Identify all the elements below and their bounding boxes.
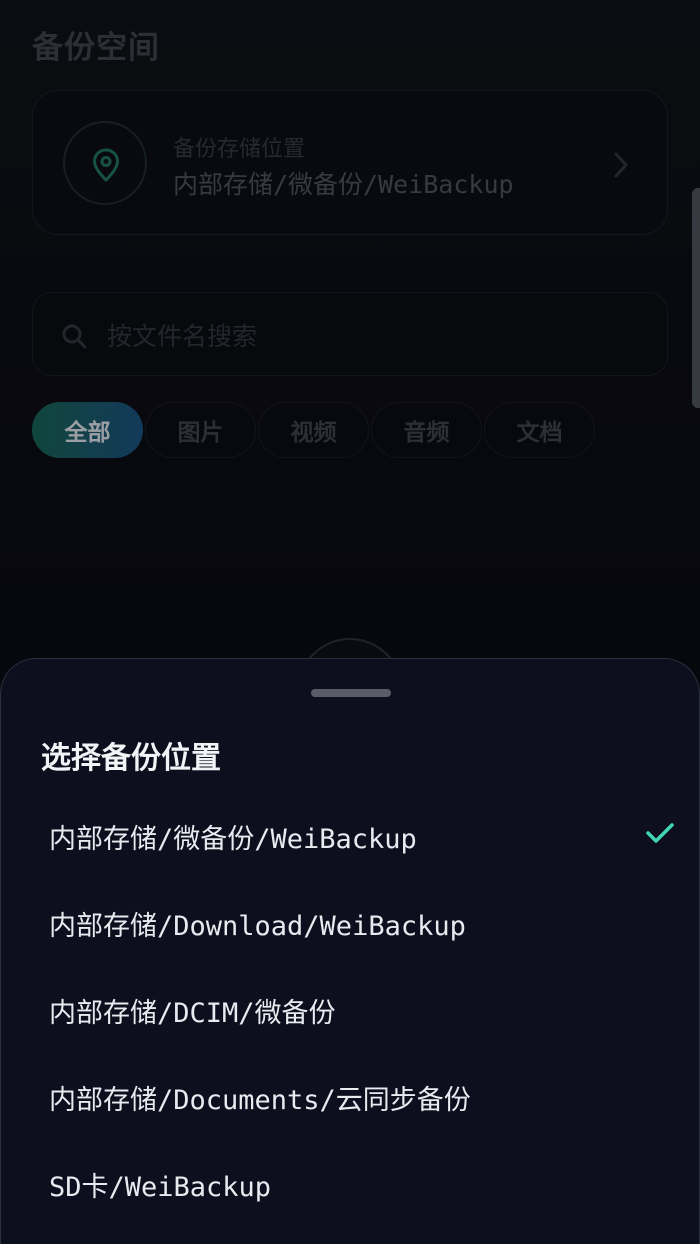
location-option-dcim[interactable]: 内部存储/DCIM/微备份 <box>1 965 700 1051</box>
sheet-drag-handle[interactable] <box>311 689 391 697</box>
check-icon <box>646 823 674 843</box>
location-option-label: 内部存储/Documents/云同步备份 <box>49 1085 471 1116</box>
location-option-label: 内部存储/DCIM/微备份 <box>49 998 336 1029</box>
location-option-sd-card[interactable]: SD卡/WeiBackup <box>1 1139 700 1225</box>
select-backup-location-sheet: 选择备份位置 内部存储/微备份/WeiBackup 内部存储/Download/… <box>0 658 700 1244</box>
location-option-documents[interactable]: 内部存储/Documents/云同步备份 <box>1 1052 700 1138</box>
location-option-label: 内部存储/微备份/WeiBackup <box>49 824 417 855</box>
location-option-label: SD卡/WeiBackup <box>49 1172 272 1203</box>
sheet-title: 选择备份位置 <box>41 741 221 776</box>
location-option-download[interactable]: 内部存储/Download/WeiBackup <box>1 878 700 964</box>
backup-space-screen: 备份空间 备份存储位置 内部存储/微备份/WeiBackup 全部 <box>0 0 700 1244</box>
location-option-weibackup[interactable]: 内部存储/微备份/WeiBackup <box>1 791 700 877</box>
location-option-label: 内部存储/Download/WeiBackup <box>49 911 466 942</box>
